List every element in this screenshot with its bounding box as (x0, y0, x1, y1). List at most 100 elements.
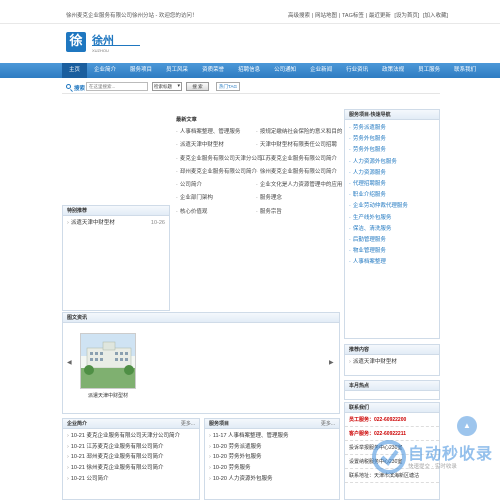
services-box: 服务项目 更多... 11-17 人事档案整理、管理服务10-20 劳务派遣服务… (204, 418, 340, 500)
latest-article-link[interactable]: 徐州麦克企业服务有限公司简介 (256, 166, 342, 179)
latest-article-link[interactable]: 核心价值观 (176, 206, 262, 219)
link-sitemap[interactable]: 网站地图 (315, 13, 337, 19)
hot-tag-button[interactable]: 热门TAG (216, 82, 240, 91)
service-nav-link[interactable]: 代理招聘服务 (349, 179, 435, 190)
latest-article-link[interactable]: 公司简介 (176, 179, 262, 192)
latest-article-link[interactable]: 服务理念 (256, 192, 342, 205)
service-item[interactable]: 10-20 人力资源外包服务 (209, 474, 335, 485)
search-input[interactable] (86, 82, 148, 91)
link-advanced-search[interactable]: 高级搜索 (288, 13, 310, 19)
company-intro-box: 企业简介 更多... 10-21 麦克企业服务有限公司天津分公司简介10-21 … (62, 418, 200, 500)
company-intro-item[interactable]: 10-21 公司简介 (67, 474, 195, 485)
service-nav-link[interactable]: 人事档案整理 (349, 257, 435, 268)
next-arrow-icon[interactable]: ▶ (329, 359, 335, 367)
hot-title: 本月热点 (345, 381, 439, 391)
company-intro-item[interactable]: 10-21 江苏麦克企业服务有限公司简介 (67, 442, 195, 453)
welcome-text: 徐州麦克企业服务有限公司徐州分站 - 欢迎您的访问！ (66, 13, 198, 19)
logo-divider (92, 45, 140, 46)
nav-item[interactable]: 行业资讯 (339, 63, 375, 78)
service-item[interactable]: 10-20 劳务派遣服务 (209, 442, 335, 453)
service-item[interactable]: 10-20 劳务外包服务 (209, 452, 335, 463)
company-intro-item[interactable]: 10-21 邳州麦克企业服务有限公司简介 (67, 452, 195, 463)
nav-item[interactable]: 员工服务 (411, 63, 447, 78)
latest-article-link[interactable]: 服务宗旨 (256, 206, 342, 219)
nav-item[interactable]: 政策法规 (375, 63, 411, 78)
latest-article-link[interactable]: 邳州麦克企业服务有限公司简介 (176, 166, 262, 179)
nav-item[interactable]: 联系我们 (447, 63, 483, 78)
nav-item[interactable]: 服务项目 (123, 63, 159, 78)
photo-news-box: 图文资讯 ◀ 派遣天津中财型材 ▶ (62, 312, 340, 414)
link-tag[interactable]: TAG标签 (342, 13, 364, 19)
service-nav-link[interactable]: 企业劳动仲裁代理服务 (349, 201, 435, 212)
latest-list-right: 按规定缴纳社会保险的意义和目的天津中财型材有限责任公司招聘江苏麦克企业服务有限公… (256, 126, 343, 219)
service-nav-link[interactable]: 劳务派遣服务 (349, 123, 435, 134)
main-nav: 主页 企业简介 服务项目 员工风采 资质荣誉 招聘信息 公司通知 企业新闻 行业资讯 政策法规 员工… (0, 63, 500, 78)
company-intro-title: 企业简介 (67, 421, 88, 427)
service-nav-link[interactable]: 劳务外包服务 (349, 145, 435, 156)
back-to-top-icon[interactable]: ▲ (457, 416, 477, 436)
search-icon (66, 84, 71, 89)
search-label: 搜索 (74, 86, 86, 92)
logo-icon[interactable]: 徐 (66, 32, 86, 52)
nav-item[interactable]: 员工风采 (159, 63, 195, 78)
latest-title: 最新文章 (176, 117, 197, 123)
service-nav-box: 服务项目-快速导航 劳务派遣服务劳务外包服务劳务外包服务人力资源外包服务人力资源… (344, 109, 440, 339)
latest-article-link[interactable]: 江苏麦克企业服务有限公司简介 (256, 153, 342, 166)
service-nav-link[interactable]: 人力资源外包服务 (349, 157, 435, 168)
company-intro-head: 企业简介 更多... (63, 419, 199, 429)
top-bar: 徐州麦克企业服务有限公司徐州分站 - 欢迎您的访问！ 高级搜索 | 网站地图 | T… (0, 0, 500, 24)
nav-item[interactable]: 企业新闻 (303, 63, 339, 78)
prev-arrow-icon[interactable]: ◀ (67, 359, 73, 367)
services-more-link[interactable]: 更多... (321, 419, 335, 429)
service-item[interactable]: 10-20 劳务服务 (209, 463, 335, 474)
service-nav-link[interactable]: 保洁、清洗服务 (349, 224, 435, 235)
latest-article-link[interactable]: 企业部门架构 (176, 192, 262, 205)
nav-item[interactable]: 招聘信息 (231, 63, 267, 78)
search-button[interactable]: 搜 索 (186, 82, 209, 91)
watermark-logo-icon (372, 440, 406, 474)
watermark-overlay: 自动秒收录 快速提交 · 实时收录 (372, 436, 497, 486)
company-intro-item[interactable]: 10-21 徐州麦克企业服务有限公司简介 (67, 463, 195, 474)
service-nav-link[interactable]: 物业管理服务 (349, 246, 435, 257)
company-intro-more-link[interactable]: 更多... (181, 419, 195, 429)
nav-item[interactable]: 资质荣誉 (195, 63, 231, 78)
watermark-subtext: 快速提交 · 实时收录 (408, 464, 457, 470)
nav-item[interactable]: 主页 (62, 63, 88, 78)
latest-article-link[interactable]: 按规定缴纳社会保险的意义和目的 (256, 126, 343, 139)
link-favorite[interactable]: [加入收藏] (423, 13, 448, 19)
link-recent[interactable]: 最近更新 (369, 13, 391, 19)
contact-staff-phone: 员工服务：022-60922200 (345, 413, 439, 427)
service-nav-link[interactable]: 职业介绍服务 (349, 190, 435, 201)
search-bar: 搜索 检索标题 搜 索 热门TAG (62, 80, 440, 94)
search-type-select[interactable]: 检索标题 (152, 82, 182, 91)
latest-article-link[interactable]: 派遣天津中财型材 (176, 139, 262, 152)
latest-article-link[interactable]: 麦克企业服务有限公司天津分公司 (176, 153, 263, 166)
recommend-box: 推荐内容 派遣天津中财型材 (344, 344, 440, 376)
service-nav-link[interactable]: 人力资源服务 (349, 168, 435, 179)
nav-item[interactable]: 企业简介 (87, 63, 123, 78)
recommend-item[interactable]: 派遣天津中财型材 (349, 357, 435, 368)
service-nav-link[interactable]: 劳务外包服务 (349, 134, 435, 145)
latest-list-left: 人事档案整理、管理服务派遣天津中财型材麦克企业服务有限公司天津分公司邳州麦克企业… (176, 126, 263, 219)
hot-box: 本月热点 (344, 380, 440, 400)
photo-thumbnail[interactable] (80, 333, 136, 389)
special-item[interactable]: 派遣天津中财型材 10-26 (67, 218, 165, 229)
company-intro-item[interactable]: 10-21 麦克企业服务有限公司天津分公司简介 (67, 431, 195, 442)
special-item-title[interactable]: 派遣天津中财型材 (71, 220, 115, 226)
service-nav-link[interactable]: 生产线外包服务 (349, 213, 435, 224)
latest-article-link[interactable]: 企业文化是人力资源管理中的应用 (256, 179, 343, 192)
special-recommend-title: 特别推荐 (63, 206, 169, 216)
latest-article-link[interactable]: 人事档案整理、管理服务 (176, 126, 262, 139)
latest-article-link[interactable]: 天津中财型材有限责任公司招聘 (256, 139, 342, 152)
watermark-text: 自动秒收录 (408, 444, 494, 463)
nav-item[interactable]: 公司通知 (267, 63, 303, 78)
recommend-title: 推荐内容 (345, 345, 439, 355)
photo-caption[interactable]: 派遣天津中财型材 (80, 392, 136, 399)
special-recommend-box: 特别推荐 派遣天津中财型材 10-26 (62, 205, 170, 311)
photo-news-title: 图文资讯 (63, 313, 339, 323)
logo-subtitle: XUZHOU (92, 48, 109, 53)
link-set-home[interactable]: [设为首页] (394, 13, 419, 19)
service-item[interactable]: 11-17 人事档案整理、管理服务 (209, 431, 335, 442)
service-nav-link[interactable]: 后勤管理服务 (349, 235, 435, 246)
services-title: 服务项目 (209, 421, 230, 427)
